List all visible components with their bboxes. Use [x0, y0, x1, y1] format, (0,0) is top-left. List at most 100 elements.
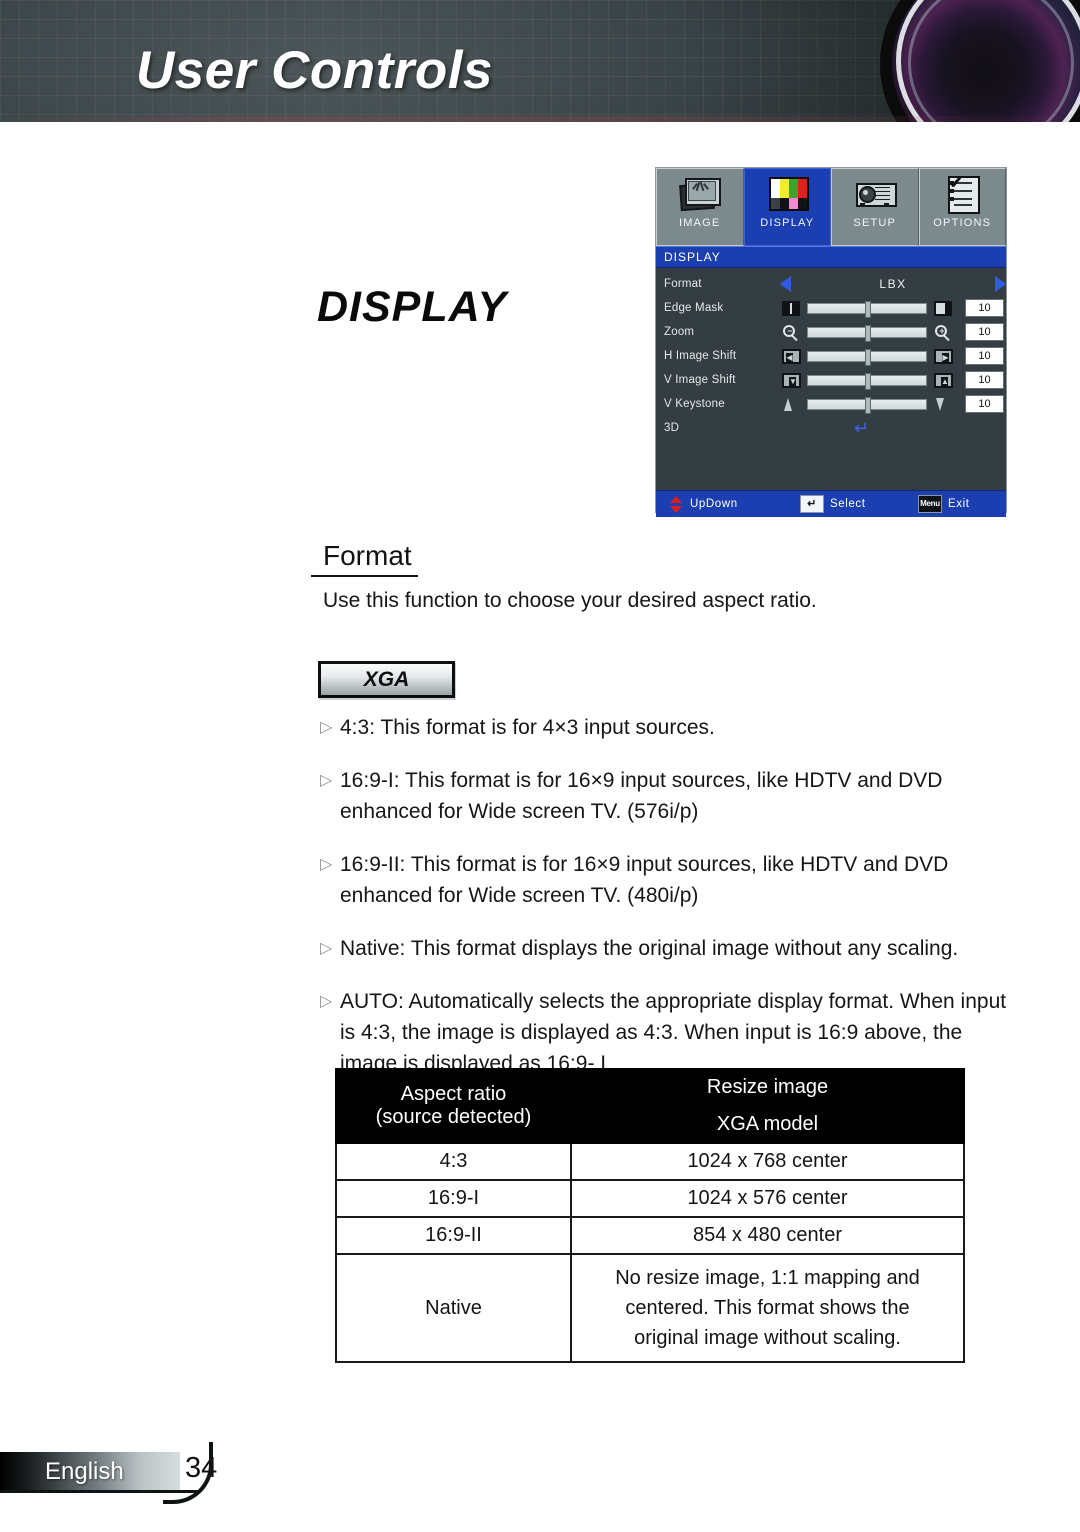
slider-thumb[interactable]: [864, 348, 871, 366]
edge-mask-narrow-icon: [780, 300, 802, 316]
table-cell-resize: 1024 x 576 center: [570, 1179, 965, 1218]
table-header-row: Aspect ratio (source detected) Resize im…: [335, 1068, 965, 1144]
osd-row-3d[interactable]: 3D ↵: [656, 416, 1006, 440]
zoom-value: 10: [965, 323, 1004, 341]
format-heading: Format: [311, 540, 418, 577]
osd-footer-updown-label: UpDown: [690, 498, 738, 510]
osd-tab-options[interactable]: ✔ OPTIONS: [918, 168, 1006, 246]
table-row: 16:9-I 1024 x 576 center: [335, 1179, 965, 1218]
osd-row-format-label: Format: [664, 278, 702, 290]
osd-footer-bar: UpDown ↵ Select Menu Exit: [656, 490, 1006, 517]
page-header-banner: User Controls: [0, 0, 1080, 122]
checklist-icon: ✔: [940, 174, 984, 214]
osd-footer-exit[interactable]: Menu Exit: [918, 495, 970, 513]
table-cell-resize: 1024 x 768 center: [570, 1142, 965, 1181]
slider-thumb[interactable]: [864, 372, 871, 390]
shift-left-icon: ◀: [780, 348, 802, 364]
v-keystone-value: 10: [965, 395, 1004, 413]
up-down-arrows-icon: [670, 495, 683, 513]
page-number: 34: [185, 1452, 218, 1484]
list-item: ▷ 16:9-I: This format is for 16×9 input …: [320, 765, 1010, 827]
osd-tab-display[interactable]: DISPLAY: [743, 168, 831, 246]
table-row: 4:3 1024 x 768 center: [335, 1142, 965, 1181]
table-header-aspect-line1: Aspect ratio: [400, 1083, 507, 1105]
arrow-right-icon[interactable]: [995, 276, 1006, 292]
osd-footer-exit-label: Exit: [948, 498, 970, 510]
table-cell-resize: 854 x 480 center: [570, 1216, 965, 1255]
list-item: ▷ 16:9-II: This format is for 16×9 input…: [320, 849, 1010, 911]
osd-tab-display-label: DISPLAY: [760, 217, 815, 229]
osd-row-edge-mask[interactable]: Edge Mask 10: [656, 296, 1006, 320]
keystone-down-icon: [932, 397, 954, 412]
shift-down-icon: ▼: [780, 372, 802, 388]
osd-row-edge-mask-label: Edge Mask: [664, 302, 724, 314]
format-bullet-list: ▷ 4:3: This format is for 4×3 input sour…: [320, 712, 1010, 1101]
osd-row-v-keystone-label: V Keystone: [664, 398, 725, 410]
bullet-marker-icon: ▷: [320, 993, 333, 1010]
osd-format-value: LBX: [879, 277, 907, 291]
section-title: DISPLAY: [317, 283, 508, 331]
language-label: English: [45, 1458, 124, 1485]
list-item-text: Native: This format displays the origina…: [340, 937, 959, 960]
slider-thumb[interactable]: [864, 300, 871, 318]
h-image-shift-value: 10: [965, 347, 1004, 365]
page-footer: English 34: [0, 1442, 217, 1504]
osd-footer-select[interactable]: ↵ Select: [800, 495, 918, 513]
list-item-text: AUTO: Automatically selects the appropri…: [340, 990, 1007, 1075]
table-header-aspect: Aspect ratio (source detected): [335, 1068, 572, 1144]
osd-tab-image[interactable]: IMAGE: [656, 168, 744, 246]
table-header-model: XGA model: [570, 1105, 965, 1144]
xga-badge: XGA: [318, 661, 455, 698]
list-item: ▷ Native: This format displays the origi…: [320, 933, 1010, 964]
osd-tab-bar: IMAGE DISPLAY SETUP ✔ OPTIONS: [656, 168, 1006, 246]
list-item-text: 4:3: This format is for 4×3 input source…: [340, 716, 715, 739]
enter-arrow-icon[interactable]: ↵: [854, 419, 869, 437]
page-title: User Controls: [136, 41, 493, 100]
osd-row-h-image-shift[interactable]: H Image Shift ◀ ▶ 10: [656, 344, 1006, 368]
v-image-shift-slider[interactable]: [807, 372, 927, 390]
aspect-ratio-table: Aspect ratio (source detected) Resize im…: [335, 1068, 965, 1363]
shift-up-icon: ▲: [932, 372, 954, 388]
osd-body: Format LBX Edge Mask 10 Zoom − + 10 H Im…: [656, 268, 1006, 490]
color-bars-icon: [765, 174, 810, 214]
table-row: Native No resize image, 1:1 mapping and …: [335, 1253, 965, 1363]
lens-inner-ring-icon: [908, 0, 1074, 122]
edge-mask-slider[interactable]: [807, 300, 927, 318]
table-header-resize: Resize image: [570, 1068, 965, 1107]
zoom-out-icon: −: [780, 324, 802, 341]
list-item: ▷ 4:3: This format is for 4×3 input sour…: [320, 712, 1010, 743]
table-header-aspect-line2: (source detected): [375, 1106, 532, 1128]
arrow-left-icon[interactable]: [780, 276, 791, 292]
osd-tab-setup[interactable]: SETUP: [831, 168, 919, 246]
osd-tab-image-label: IMAGE: [679, 217, 721, 229]
table-cell-aspect: Native: [335, 1253, 572, 1363]
header-bottom-sheen: [0, 116, 1080, 122]
list-item-text: 16:9-II: This format is for 16×9 input s…: [340, 853, 949, 907]
bullet-marker-icon: ▷: [320, 772, 333, 789]
edge-mask-value: 10: [965, 299, 1004, 317]
osd-row-zoom[interactable]: Zoom − + 10: [656, 320, 1006, 344]
footer-underline: [0, 1490, 200, 1493]
zoom-in-icon: +: [932, 324, 954, 341]
table-cell-aspect: 16:9-II: [335, 1216, 572, 1255]
shift-right-icon: ▶: [932, 348, 954, 364]
edge-mask-wide-icon: [932, 300, 954, 316]
table-row: 16:9-II 854 x 480 center: [335, 1216, 965, 1255]
osd-row-h-image-shift-label: H Image Shift: [664, 350, 737, 362]
slider-thumb[interactable]: [864, 324, 871, 342]
zoom-slider[interactable]: [807, 324, 927, 342]
osd-footer-select-label: Select: [830, 498, 866, 510]
osd-row-v-keystone[interactable]: V Keystone 10: [656, 392, 1006, 416]
osd-row-v-image-shift-label: V Image Shift: [664, 374, 736, 386]
v-keystone-slider[interactable]: [807, 396, 927, 414]
h-image-shift-slider[interactable]: [807, 348, 927, 366]
v-image-shift-value: 10: [965, 371, 1004, 389]
format-intro-text: Use this function to choose your desired…: [323, 589, 817, 612]
osd-row-v-image-shift[interactable]: V Image Shift ▼ ▲ 10: [656, 368, 1006, 392]
osd-row-format[interactable]: Format LBX: [656, 272, 1006, 296]
slider-thumb[interactable]: [864, 396, 871, 414]
osd-footer-updown[interactable]: UpDown: [670, 495, 800, 513]
bullet-marker-icon: ▷: [320, 719, 333, 736]
osd-tab-setup-label: SETUP: [853, 217, 897, 229]
bullet-marker-icon: ▷: [320, 856, 333, 873]
